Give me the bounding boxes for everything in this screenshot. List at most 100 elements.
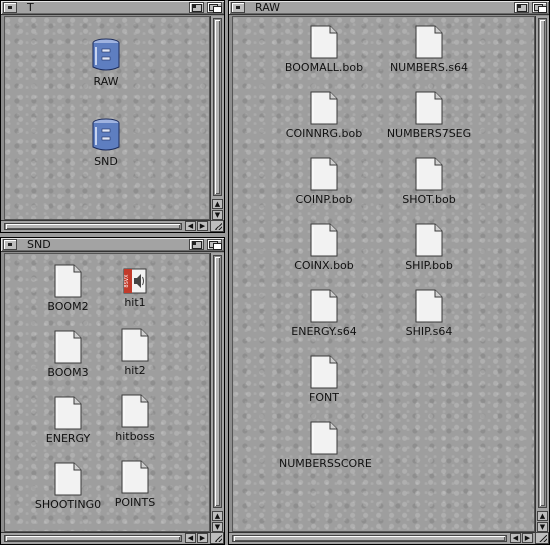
- document-icon: [415, 91, 443, 125]
- drawer-snd[interactable]: SND: [61, 117, 151, 168]
- icon-label: NUMBERS.s64: [389, 61, 469, 74]
- file-coinx-bob[interactable]: COINX.bob: [279, 223, 369, 272]
- title-bar[interactable]: RAW: [229, 1, 549, 15]
- file-numbers7seg[interactable]: NUMBERS7SEG: [384, 91, 474, 140]
- horizontal-scrollbar[interactable]: ◀ ▶: [229, 532, 535, 544]
- scroll-down-arrow[interactable]: ▼: [212, 522, 223, 532]
- file-numbersscore[interactable]: NUMBERSSCORE: [279, 421, 372, 470]
- file-hitboss[interactable]: hitboss: [90, 394, 180, 443]
- horizontal-scrollbar[interactable]: ◀ ▶: [1, 532, 210, 544]
- resize-icon[interactable]: [535, 532, 549, 544]
- depth-icon[interactable]: [207, 239, 222, 250]
- document-icon: [415, 289, 443, 323]
- scroll-down-arrow[interactable]: ▼: [537, 522, 548, 532]
- scroll-thumb[interactable]: [6, 224, 180, 229]
- window-title: RAW: [255, 1, 280, 14]
- window-content: RAW SND: [4, 16, 210, 220]
- file-coinnrg-bob[interactable]: COINNRG.bob: [279, 91, 369, 140]
- depth-icon[interactable]: [532, 2, 547, 13]
- document-icon: [54, 264, 82, 298]
- document-icon: [54, 462, 82, 496]
- file-energy-s64[interactable]: ENERGY.s64: [279, 289, 369, 338]
- file-coinp-bob[interactable]: COINP.bob: [279, 157, 369, 206]
- file-hit1[interactable]: 8SVX hit1: [90, 268, 180, 309]
- scroll-up-arrow[interactable]: ▲: [212, 199, 223, 209]
- horizontal-scrollbar[interactable]: ◀ ▶: [1, 220, 210, 232]
- icon-label: NUMBERS7SEG: [386, 127, 472, 140]
- scroll-thumb[interactable]: [6, 536, 180, 541]
- scroll-right-arrow[interactable]: ▶: [522, 533, 533, 543]
- close-icon[interactable]: [231, 2, 245, 13]
- document-icon: [121, 328, 149, 362]
- file-ship-bob[interactable]: SHIP.bob: [384, 223, 474, 272]
- file-ship-s64[interactable]: SHIP.s64: [384, 289, 474, 338]
- file-shot-bob[interactable]: SHOT.bob: [384, 157, 474, 206]
- icon-label: SND: [94, 155, 118, 168]
- window-title: SND: [27, 238, 51, 251]
- vertical-scrollbar[interactable]: ▲ ▼: [535, 16, 549, 544]
- document-icon: [310, 157, 338, 191]
- scroll-thumb[interactable]: [234, 536, 505, 541]
- file-boomall-bob[interactable]: BOOMALL.bob: [279, 25, 369, 74]
- sound-file-icon: 8SVX: [123, 268, 147, 294]
- window-snd: SND BOOM2 8SVX hit1 BOOM3 hit2 ENERGY hi…: [0, 237, 225, 545]
- icon-label: SHIP.bob: [405, 259, 453, 272]
- icon-label: COINX.bob: [294, 259, 354, 272]
- window-title: T: [27, 1, 34, 14]
- scroll-left-arrow[interactable]: ◀: [185, 221, 196, 231]
- resize-icon[interactable]: [210, 532, 224, 544]
- scroll-right-arrow[interactable]: ▶: [197, 533, 208, 543]
- scroll-thumb[interactable]: [540, 20, 545, 506]
- title-bar[interactable]: SND: [1, 238, 224, 252]
- icon-label: COINNRG.bob: [285, 127, 363, 140]
- document-icon: [415, 157, 443, 191]
- scroll-up-arrow[interactable]: ▲: [212, 511, 223, 521]
- window-raw: RAW BOOMALL.bob NUMBERS.s64 COINNRG.bob …: [228, 0, 550, 545]
- icon-label: SHIP.s64: [405, 325, 453, 338]
- document-icon: [121, 460, 149, 494]
- file-numbers-s64[interactable]: NUMBERS.s64: [384, 25, 474, 74]
- zoom-icon[interactable]: [189, 2, 204, 13]
- scroll-up-arrow[interactable]: ▲: [537, 511, 548, 521]
- document-icon: [310, 421, 338, 455]
- vertical-scrollbar[interactable]: ▲ ▼: [210, 253, 224, 544]
- drawer-raw[interactable]: RAW: [61, 37, 151, 88]
- drawer-icon: [92, 118, 120, 151]
- document-icon: [310, 25, 338, 59]
- document-icon: [121, 394, 149, 428]
- vertical-scrollbar[interactable]: ▲ ▼: [210, 16, 224, 232]
- window-content: BOOM2 8SVX hit1 BOOM3 hit2 ENERGY hitbos…: [4, 253, 210, 532]
- document-icon: [310, 355, 338, 389]
- document-icon: [310, 289, 338, 323]
- close-icon[interactable]: [3, 239, 17, 250]
- title-bar[interactable]: T: [1, 1, 224, 15]
- window-content: BOOMALL.bob NUMBERS.s64 COINNRG.bob NUMB…: [232, 16, 535, 532]
- icon-label: hit1: [124, 296, 146, 309]
- zoom-icon[interactable]: [189, 239, 204, 250]
- file-font[interactable]: FONT: [279, 355, 369, 404]
- document-icon: [415, 223, 443, 257]
- icon-label: hitboss: [115, 430, 155, 443]
- icon-label: NUMBERSSCORE: [279, 457, 372, 470]
- icon-label: POINTS: [114, 496, 156, 509]
- file-points[interactable]: POINTS: [90, 460, 180, 509]
- depth-icon[interactable]: [207, 2, 222, 13]
- icon-label: RAW: [93, 75, 119, 88]
- icon-label: hit2: [124, 364, 146, 377]
- zoom-icon[interactable]: [514, 2, 529, 13]
- scroll-down-arrow[interactable]: ▼: [212, 210, 223, 220]
- document-icon: [415, 25, 443, 59]
- scroll-left-arrow[interactable]: ◀: [510, 533, 521, 543]
- scroll-thumb[interactable]: [215, 257, 220, 506]
- document-icon: [54, 396, 82, 430]
- document-icon: [54, 330, 82, 364]
- file-hit2[interactable]: hit2: [90, 328, 180, 377]
- scroll-thumb[interactable]: [215, 20, 220, 194]
- close-icon[interactable]: [3, 2, 17, 13]
- window-t: T RAW SND ▲ ▼ ◀ ▶: [0, 0, 225, 233]
- sound-badge: 8SVX: [124, 274, 130, 288]
- resize-icon[interactable]: [210, 220, 224, 232]
- scroll-left-arrow[interactable]: ◀: [185, 533, 196, 543]
- scroll-right-arrow[interactable]: ▶: [197, 221, 208, 231]
- icon-label: SHOT.bob: [402, 193, 456, 206]
